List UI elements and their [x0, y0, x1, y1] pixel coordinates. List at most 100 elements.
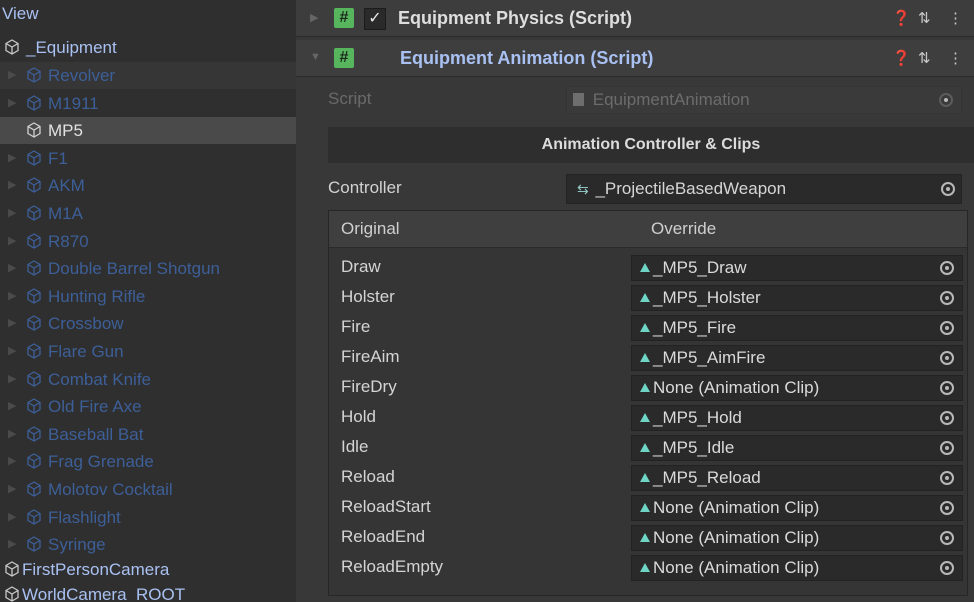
script-value: EquipmentAnimation: [592, 90, 750, 109]
hierarchy-item-label: Hunting Rifle: [48, 286, 146, 306]
override-clip-field[interactable]: _MP5_Hold: [631, 405, 963, 431]
override-clip-field[interactable]: _MP5_AimFire: [631, 345, 963, 371]
clip-row: Hold _MP5_Hold: [329, 403, 967, 431]
script-row: Script EquipmentAnimation: [296, 82, 974, 116]
override-clip-value: None (Animation Clip): [653, 528, 820, 547]
foldout-right-icon[interactable]: ▶: [8, 448, 16, 475]
foldout-right-icon[interactable]: ▶: [8, 200, 16, 227]
gameobject-icon: [27, 288, 41, 304]
hierarchy-item[interactable]: ▶ Flashlight: [0, 504, 296, 531]
foldout-right-icon[interactable]: ▶: [8, 338, 16, 365]
hierarchy-item[interactable]: ▶ F1: [0, 145, 296, 172]
kebab-menu-icon[interactable]: ⋮: [948, 9, 963, 27]
override-clip-field[interactable]: None (Animation Clip): [631, 555, 963, 581]
clip-row: ReloadEmpty None (Animation Clip): [329, 553, 967, 581]
override-clip-field[interactable]: None (Animation Clip): [631, 375, 963, 401]
foldout-right-icon[interactable]: ▶: [8, 90, 16, 117]
override-clip-field[interactable]: _MP5_Draw: [631, 255, 963, 281]
object-picker-icon[interactable]: [940, 351, 954, 365]
component-title: Equipment Physics (Script): [398, 8, 633, 28]
override-clip-field[interactable]: _MP5_Reload: [631, 465, 963, 491]
hierarchy-item-label: Double Barrel Shotgun: [48, 259, 221, 279]
controller-field[interactable]: ⇆ _ProjectileBasedWeapon: [566, 174, 962, 204]
foldout-right-icon[interactable]: ▶: [8, 255, 16, 282]
animation-clip-icon: [640, 383, 650, 392]
foldout-right-icon[interactable]: ▶: [8, 531, 16, 558]
object-picker-icon[interactable]: [940, 561, 954, 575]
object-picker-icon[interactable]: [940, 381, 954, 395]
override-clip-field[interactable]: None (Animation Clip): [631, 525, 963, 551]
kebab-menu-icon[interactable]: ⋮: [948, 49, 963, 67]
override-clip-field[interactable]: _MP5_Fire: [631, 315, 963, 341]
override-clip-field[interactable]: _MP5_Idle: [631, 435, 963, 461]
object-picker-icon[interactable]: [940, 291, 954, 305]
hierarchy-item-label: Flashlight: [48, 507, 121, 527]
object-picker-icon[interactable]: [940, 321, 954, 335]
hierarchy-item[interactable]: ▶ Revolver: [0, 62, 296, 89]
override-clip-field[interactable]: _MP5_Holster: [631, 285, 963, 311]
hierarchy-item-equipment[interactable]: _Equipment: [0, 34, 296, 61]
gameobject-icon: [27, 536, 41, 552]
foldout-right-icon[interactable]: ▶: [8, 145, 16, 172]
foldout-right-icon[interactable]: ▶: [8, 62, 16, 89]
gameobject-icon: [27, 260, 41, 276]
foldout-down-icon[interactable]: ▼: [310, 51, 321, 63]
hierarchy-item[interactable]: ▶ AKM: [0, 172, 296, 199]
override-clip-field[interactable]: None (Animation Clip): [631, 495, 963, 521]
hierarchy-item[interactable]: ▶ R870: [0, 228, 296, 255]
component-header-physics[interactable]: ▶ # ✓ Equipment Physics (Script) ❓ ⇅ ⋮: [296, 0, 974, 37]
clip-row: ReloadEnd None (Animation Clip): [329, 523, 967, 551]
hierarchy-item[interactable]: ▶ Old Fire Axe: [0, 393, 296, 420]
clip-row: FireDry None (Animation Clip): [329, 373, 967, 401]
object-picker-icon[interactable]: [940, 471, 954, 485]
gameobject-icon: [27, 426, 41, 442]
help-icon[interactable]: ❓: [892, 49, 911, 67]
foldout-right-icon[interactable]: ▶: [8, 393, 16, 420]
object-picker-icon[interactable]: [940, 411, 954, 425]
gameobject-icon: [27, 67, 41, 83]
original-clip-name: Fire: [341, 317, 371, 336]
object-picker-icon[interactable]: [940, 531, 954, 545]
object-picker-icon[interactable]: [941, 182, 955, 196]
foldout-right-icon[interactable]: ▶: [8, 366, 16, 393]
gameobject-icon: [27, 232, 41, 249]
preset-icon[interactable]: ⇅: [918, 49, 931, 67]
hierarchy-item[interactable]: ▶ M1A: [0, 200, 296, 227]
foldout-right-icon[interactable]: ▶: [8, 172, 16, 199]
hierarchy-item[interactable]: ▶ Baseball Bat: [0, 421, 296, 448]
foldout-right-icon[interactable]: ▶: [8, 117, 16, 144]
hierarchy-item[interactable]: ▶ Crossbow: [0, 310, 296, 337]
animation-clip-icon: [640, 293, 650, 302]
object-picker-icon[interactable]: [940, 501, 954, 515]
preset-icon[interactable]: ⇅: [918, 9, 931, 27]
component-enabled-checkbox[interactable]: ✓: [364, 8, 386, 30]
object-picker-icon[interactable]: [940, 261, 954, 275]
foldout-right-icon[interactable]: ▶: [8, 283, 16, 310]
animation-clip-icon: [640, 413, 650, 422]
foldout-right-icon[interactable]: ▶: [8, 504, 16, 531]
hierarchy-item-label: M1A: [48, 204, 83, 223]
hierarchy-item[interactable]: ▶ Flare Gun: [0, 338, 296, 365]
hierarchy-item-label: MP5: [48, 121, 83, 141]
hierarchy-item[interactable]: ▶ M1911: [0, 90, 296, 117]
foldout-right-icon[interactable]: ▶: [8, 476, 16, 503]
hierarchy-item[interactable]: ▶ Frag Grenade: [0, 448, 296, 475]
help-icon[interactable]: ❓: [892, 9, 911, 27]
hierarchy-item-firstpersoncamera[interactable]: FirstPersonCamera: [0, 556, 296, 583]
hierarchy-item[interactable]: ▶ Hunting Rifle: [0, 283, 296, 310]
hierarchy-item[interactable]: ▶ MP5: [0, 117, 296, 145]
hierarchy-item[interactable]: ▶ Combat Knife: [0, 366, 296, 393]
foldout-right-icon[interactable]: ▶: [8, 421, 16, 448]
foldout-right-icon[interactable]: ▶: [310, 11, 318, 24]
clip-row: ReloadStart None (Animation Clip): [329, 493, 967, 521]
hierarchy-item[interactable]: ▶ Syringe: [0, 531, 296, 558]
hierarchy-item[interactable]: ▶ Double Barrel Shotgun: [0, 255, 296, 282]
component-header-animation[interactable]: ▼ # Equipment Animation (Script) ❓ ⇅ ⋮: [296, 40, 974, 77]
hierarchy-item-worldcamera-root[interactable]: WorldCamera_ROOT: [0, 581, 296, 602]
controller-row: Controller ⇆ _ProjectileBasedWeapon: [296, 171, 974, 205]
hierarchy-item-label: M1911: [48, 93, 99, 113]
hierarchy-item[interactable]: ▶ Molotov Cocktail: [0, 476, 296, 503]
foldout-right-icon[interactable]: ▶: [8, 228, 16, 255]
foldout-right-icon[interactable]: ▶: [8, 310, 16, 337]
object-picker-icon[interactable]: [940, 441, 954, 455]
